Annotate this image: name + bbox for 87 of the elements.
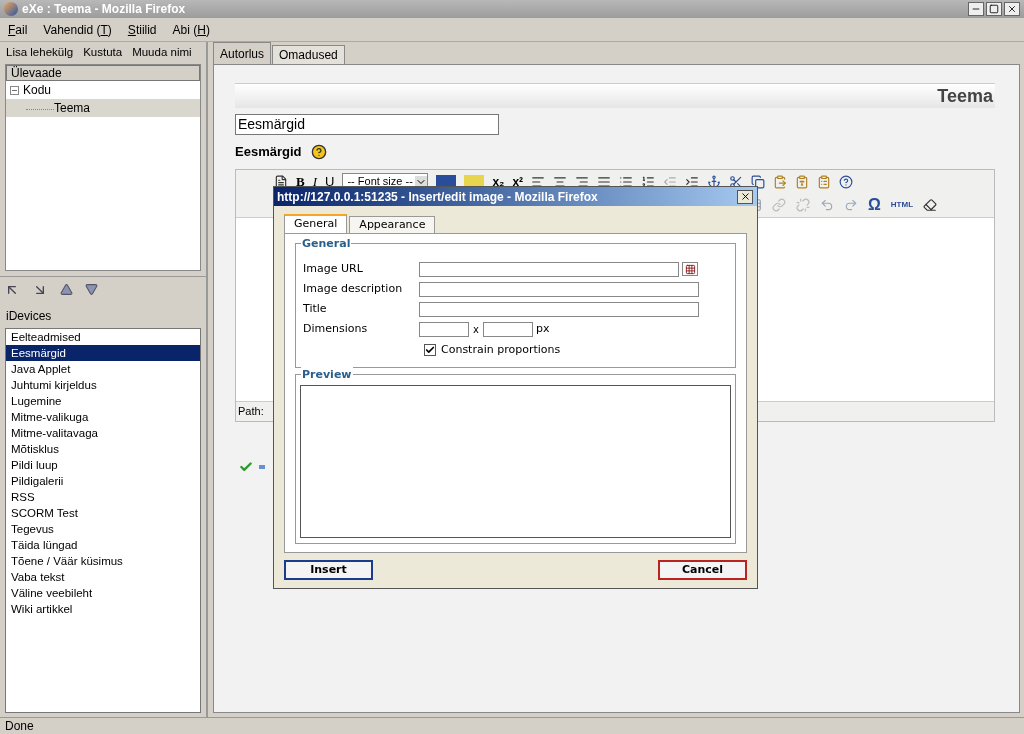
field-label: Title [303,300,328,317]
list-item[interactable]: Väline veebileht [6,585,200,601]
list-item[interactable]: Pildi luup [6,457,200,473]
copy-icon[interactable] [751,174,766,189]
tree-item[interactable]: Kodu [6,81,200,99]
list-item[interactable]: Eelteadmised [6,329,200,345]
list-item[interactable]: Wiki artikkel [6,601,200,617]
field-label: Image description [303,280,404,297]
toolbar-button[interactable]: Lisa lehekülg [6,44,74,62]
list-item[interactable]: Lugemine [6,393,200,409]
menu-item[interactable]: Vahendid (T) [43,20,112,39]
list-item[interactable]: RSS [6,489,200,505]
toolbar-button[interactable]: Muuda nimi [132,44,192,62]
menu-item[interactable]: Fail [8,20,28,39]
text-field[interactable] [419,261,679,277]
close-button[interactable] [1004,2,1020,16]
close-icon [739,191,751,202]
window-title: eXe : Teema - Mozilla Firefox [22,1,187,18]
menu-item[interactable]: Abi (H) [172,20,210,39]
collapse-icon[interactable] [10,85,19,95]
list-item[interactable]: Eesmärgid [6,345,200,361]
help-icon[interactable] [311,144,328,160]
section-label: iDevices [5,308,53,325]
restore-icon [989,4,999,14]
tab[interactable]: Appearance [349,216,436,233]
list-item[interactable]: Pildigalerii [6,473,200,489]
outline-header: Ülevaade [6,65,200,81]
dimension-separator: x [473,322,479,337]
move-up-icon[interactable] [60,283,73,296]
list-item[interactable]: Tegevus [6,521,200,537]
text-field[interactable] [419,281,699,297]
tree-item[interactable]: Teema [6,99,200,117]
height-field[interactable] [482,321,533,337]
status-text: Done [5,719,34,733]
move-down-icon[interactable] [85,283,98,296]
list-item[interactable]: SCORM Test [6,505,200,521]
numbered-list-icon[interactable] [641,174,656,189]
list-item[interactable]: Tõene / Väär küsimus [6,553,200,569]
eraser-icon[interactable] [923,198,938,212]
list-item[interactable]: Juhtumi kirjeldus [6,377,200,393]
help-icon[interactable] [839,174,854,189]
field-label: Image URL [303,260,364,277]
align-left-icon[interactable] [531,174,546,189]
align-center-icon[interactable] [553,174,568,189]
list-item[interactable]: Java Applet [6,361,200,377]
done-icon[interactable] [239,460,253,474]
unit-label: px [535,320,550,337]
width-field[interactable] [419,321,469,337]
subscript-button[interactable]: x₂ [492,172,505,191]
toolbar-button[interactable]: Kustuta [83,44,123,62]
restore-button[interactable] [986,2,1002,16]
html-button[interactable]: HTML [890,199,914,211]
close-button[interactable] [737,189,753,204]
field-label: Eesmärgid [235,143,302,162]
bullet-list-icon[interactable] [619,174,634,189]
list-item[interactable]: Mõtisklus [6,441,200,457]
align-justify-icon[interactable] [597,174,612,189]
tab[interactable]: Autorlus [213,42,272,64]
browse-icon[interactable] [682,262,698,276]
list-item[interactable]: Mitme-valikuga [6,409,200,425]
list-item[interactable]: Täida lüngad [6,537,200,553]
text-field[interactable] [419,301,699,317]
list-item[interactable]: Mitme-valitavaga [6,425,200,441]
close-icon [1007,4,1017,14]
menu-item[interactable]: Stiilid [127,20,157,39]
tab[interactable]: General [284,214,348,233]
insert-button[interactable]: Insert [284,560,373,580]
special-character-button[interactable]: Ω [868,193,881,217]
new-document-icon[interactable] [274,174,288,189]
checkbox[interactable] [424,344,436,356]
paste-text-icon[interactable] [795,174,810,189]
checkbox-label: Constrain proportions [441,341,561,358]
list-item[interactable]: Vaba tekst [6,569,200,585]
minimize-button[interactable] [968,2,984,16]
paste-icon[interactable] [773,174,788,189]
outdent-icon[interactable] [663,174,678,189]
superscript-button[interactable]: x² [512,172,524,191]
indent-icon[interactable] [685,174,700,189]
page-title: Teema [937,84,993,108]
align-right-icon[interactable] [575,174,590,189]
caret-icon[interactable] [415,175,428,188]
tab[interactable]: Omadused [272,45,345,64]
cancel-button[interactable]: Cancel [658,560,747,580]
title-field[interactable]: Eesmärgid [235,114,499,135]
field-label: Dimensions [303,320,369,337]
anchor-icon[interactable] [707,174,722,189]
path-label: Path: [238,404,264,420]
